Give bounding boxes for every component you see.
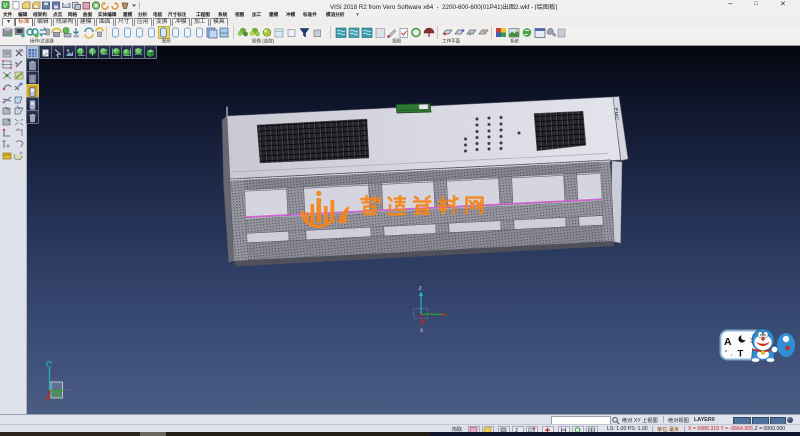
svg-text:PMC: PMC (613, 108, 620, 121)
svg-text:z: z (419, 285, 422, 292)
svg-text:T: T (738, 349, 744, 360)
svg-text:A: A (724, 336, 732, 348)
svg-text:x: x (420, 327, 424, 334)
